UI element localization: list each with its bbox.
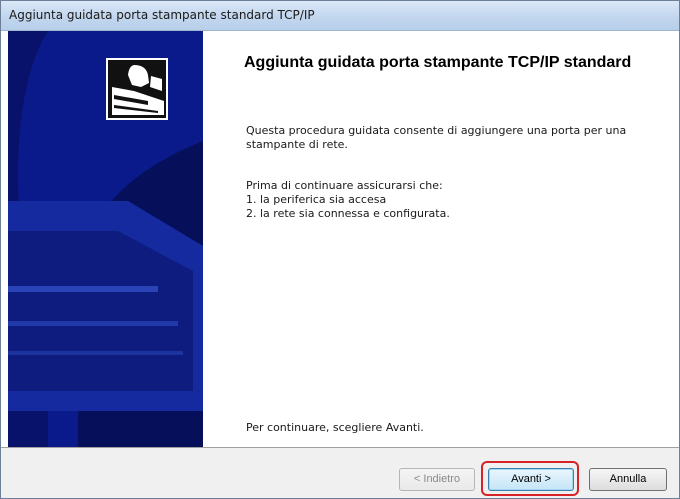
wizard-window: Aggiunta guidata porta stampante standar…: [0, 0, 680, 499]
cancel-button[interactable]: Annulla: [589, 468, 667, 491]
continue-hint: Per continuare, scegliere Avanti.: [246, 421, 424, 434]
printer-wizard-icon: [8, 31, 203, 447]
prereq-title: Prima di continuare assicurarsi che:: [246, 179, 443, 192]
next-button[interactable]: Avanti >: [488, 468, 574, 491]
window-title: Aggiunta guidata porta stampante standar…: [9, 8, 315, 22]
wizard-content: Aggiunta guidata porta stampante TCP/IP …: [203, 31, 679, 447]
wizard-side-panel: [8, 31, 203, 447]
prereq-item: 2. la rete sia connessa e configurata.: [246, 207, 450, 220]
back-button[interactable]: < Indietro: [399, 468, 475, 491]
button-bar: < Indietro Avanti > Annulla: [1, 447, 679, 498]
prereq-item: 1. la periferica sia accesa: [246, 193, 387, 206]
intro-text: Questa procedura guidata consente di agg…: [246, 124, 627, 151]
title-bar[interactable]: Aggiunta guidata porta stampante standar…: [1, 1, 679, 31]
wizard-heading: Aggiunta guidata porta stampante TCP/IP …: [244, 54, 632, 71]
